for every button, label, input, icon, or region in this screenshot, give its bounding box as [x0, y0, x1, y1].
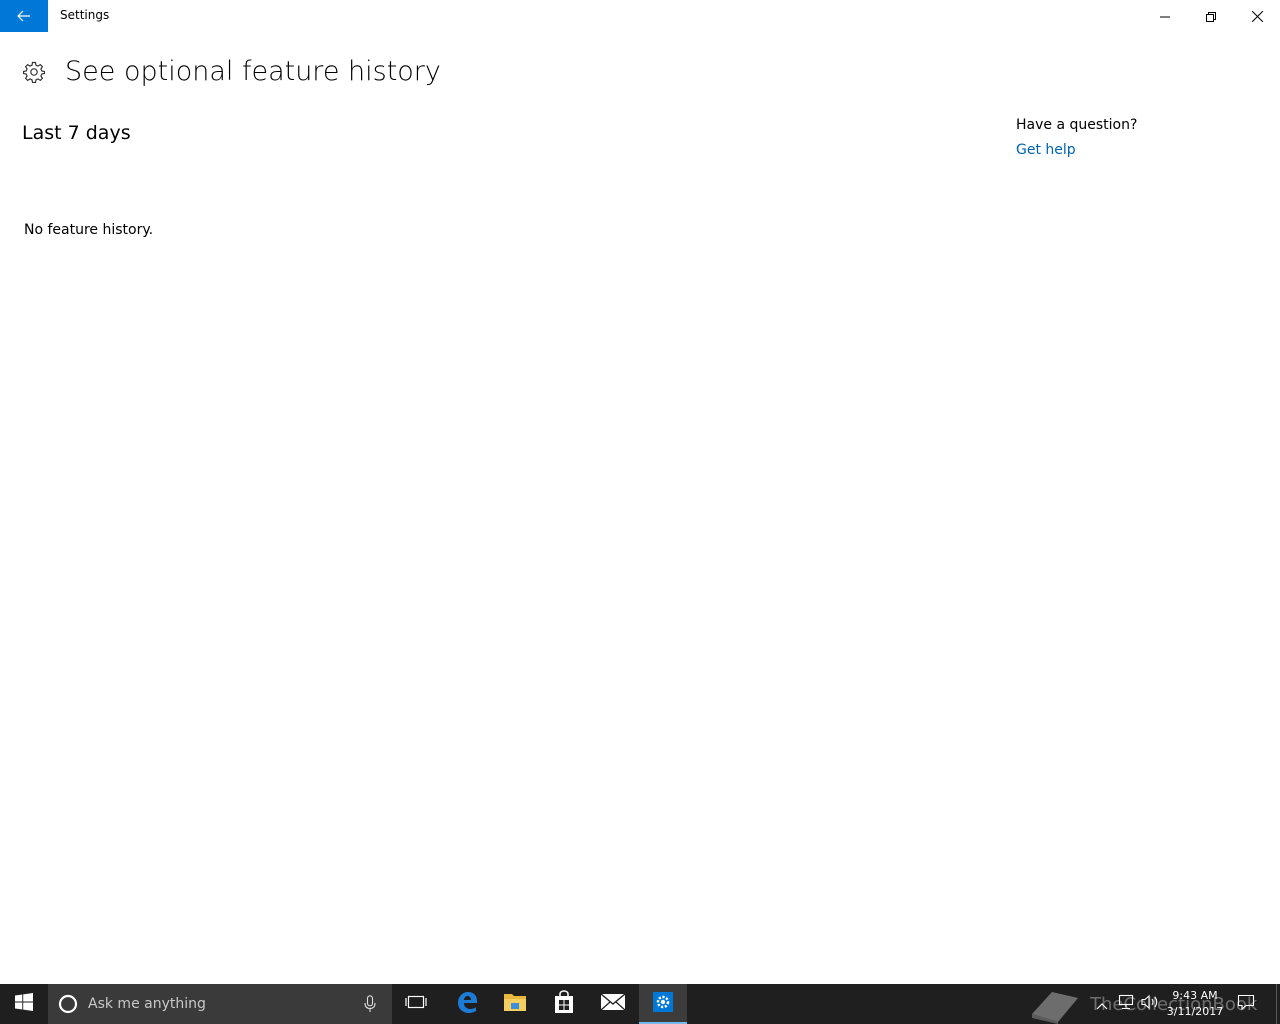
restore-icon: [1206, 7, 1216, 26]
empty-history-message: No feature history.: [24, 222, 154, 238]
start-button[interactable]: [0, 984, 48, 1024]
close-button[interactable]: [1234, 0, 1280, 32]
file-explorer-button[interactable]: [491, 984, 539, 1024]
page-title: See optional feature history: [65, 56, 441, 87]
store-icon: [553, 990, 575, 1018]
settings-window: Settings See optional feature history La…: [0, 0, 1280, 984]
network-icon: [1117, 994, 1135, 1014]
book-icon: [1032, 992, 1078, 1024]
app-title: Settings: [60, 8, 110, 22]
task-view-button[interactable]: [392, 984, 440, 1024]
back-arrow-icon: [17, 7, 31, 26]
task-view-icon: [404, 994, 428, 1014]
notification-icon: [1237, 994, 1255, 1014]
minimize-icon: [1160, 7, 1170, 26]
taskbar: Ask me anything TheCollectionBook 9:43 A…: [0, 984, 1280, 1024]
store-button[interactable]: [540, 984, 588, 1024]
gear-icon: [22, 60, 46, 84]
mail-button[interactable]: [589, 984, 637, 1024]
show-hidden-icons-button[interactable]: [1092, 984, 1112, 1024]
minimize-button[interactable]: [1142, 0, 1188, 32]
get-help-link[interactable]: Get help: [1016, 142, 1137, 158]
settings-taskbar-button[interactable]: [639, 984, 687, 1024]
restore-button[interactable]: [1188, 0, 1234, 32]
volume-button[interactable]: [1140, 984, 1162, 1024]
clock-date: 3/11/2017: [1166, 1005, 1224, 1018]
title-bar: Settings: [0, 0, 1280, 32]
volume-icon: [1141, 994, 1161, 1014]
windows-start-icon: [15, 993, 33, 1015]
edge-icon: [455, 990, 479, 1018]
clock-time: 9:43 AM: [1172, 989, 1218, 1002]
back-button[interactable]: [0, 0, 48, 32]
search-placeholder: Ask me anything: [88, 996, 206, 1012]
action-center-button[interactable]: [1234, 984, 1258, 1024]
system-clock[interactable]: 9:43 AM 3/11/2017: [1162, 988, 1228, 1020]
edge-button[interactable]: [443, 984, 491, 1024]
cortana-icon: [58, 994, 78, 1014]
help-panel: Have a question? Get help: [1016, 117, 1137, 158]
section-heading: Last 7 days: [22, 122, 131, 144]
microphone-icon[interactable]: [362, 994, 378, 1014]
chevron-up-icon: [1096, 995, 1108, 1014]
close-icon: [1251, 7, 1263, 26]
settings-icon: [653, 992, 673, 1016]
search-input[interactable]: Ask me anything: [48, 984, 392, 1024]
show-desktop-button[interactable]: [1276, 984, 1280, 1024]
file-explorer-icon: [503, 991, 527, 1017]
mail-icon: [600, 993, 626, 1015]
network-button[interactable]: [1116, 984, 1136, 1024]
page-header: See optional feature history: [22, 56, 441, 87]
help-question: Have a question?: [1016, 117, 1138, 133]
